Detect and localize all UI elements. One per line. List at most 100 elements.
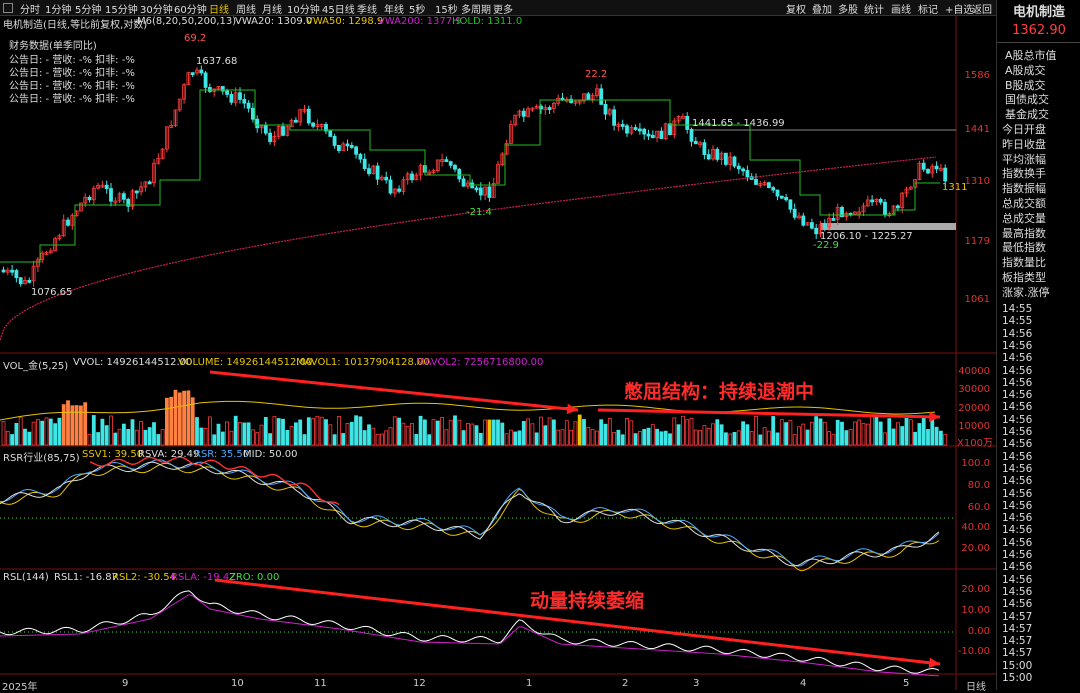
- candle: [448, 161, 453, 166]
- x-tick: 2: [622, 678, 629, 689]
- quote-field[interactable]: 指数量比: [1002, 254, 1046, 270]
- quote-field[interactable]: 最高指数: [1002, 225, 1046, 241]
- high-price-label: 1637.68: [196, 56, 238, 67]
- volume-bar: [405, 426, 410, 446]
- toolbar-button[interactable]: 画线: [891, 1, 911, 16]
- volume-bar: [612, 431, 616, 446]
- volume-bar: [40, 420, 45, 446]
- toolbar-button[interactable]: +自选: [945, 1, 973, 16]
- quote-field[interactable]: 昨日收盘: [1002, 136, 1046, 152]
- quote-field[interactable]: 平均涨幅: [1002, 151, 1046, 167]
- timeframe-tab[interactable]: 更多: [493, 1, 513, 16]
- candle: [384, 176, 389, 181]
- toolbar-button[interactable]: 统计: [864, 1, 884, 16]
- quote-field[interactable]: A股总市值: [1005, 47, 1057, 63]
- quote-field[interactable]: 基金成交: [1005, 106, 1049, 122]
- volume-bar: [195, 417, 199, 446]
- volume-bar: [741, 421, 745, 446]
- quote-field[interactable]: A股成交: [1005, 62, 1046, 78]
- candle: [792, 208, 797, 218]
- timeframe-tab[interactable]: 45日线: [322, 1, 355, 16]
- timeframe-tab[interactable]: 15分钟: [105, 1, 138, 16]
- timeframe-tab[interactable]: 15秒: [435, 1, 458, 16]
- toolbar-button[interactable]: 复权: [786, 1, 806, 16]
- candle: [1, 269, 6, 273]
- kline-chart[interactable]: [0, 15, 996, 690]
- timeframe-tab[interactable]: 5秒: [409, 1, 425, 16]
- volume-bar: [792, 434, 797, 446]
- tick-time: 14:56: [1002, 487, 1033, 500]
- timeframe-tab[interactable]: 多周期: [461, 1, 491, 16]
- timeframe-tab[interactable]: 月线: [262, 1, 282, 16]
- candle: [453, 164, 457, 170]
- volume-bar: [126, 429, 131, 446]
- volume-bar: [552, 419, 556, 446]
- volume-bar: [689, 418, 694, 446]
- volume-bar: [5, 430, 10, 446]
- quote-field[interactable]: 指数换手: [1002, 165, 1046, 181]
- quote-field[interactable]: 总成交量: [1002, 210, 1046, 226]
- quote-field[interactable]: 国债成交: [1005, 91, 1049, 107]
- candle: [332, 136, 337, 146]
- timeframe-tab[interactable]: 日线: [209, 1, 229, 16]
- volume-bar: [216, 423, 221, 446]
- quote-field[interactable]: 今日开盘: [1002, 121, 1046, 137]
- volume-bar: [478, 432, 483, 446]
- period-label[interactable]: 日线: [966, 678, 986, 693]
- quote-field[interactable]: 最低指数: [1002, 239, 1046, 255]
- volume-bar: [233, 415, 238, 446]
- candle: [18, 277, 23, 285]
- volume-bar: [285, 430, 290, 446]
- volume-bar: [367, 424, 371, 446]
- quote-field[interactable]: 指数振幅: [1002, 180, 1046, 196]
- candle: [633, 127, 638, 130]
- candle: [190, 72, 195, 76]
- timeframe-tab[interactable]: 1分钟: [45, 1, 71, 16]
- timeframe-tab[interactable]: 10分钟: [287, 1, 320, 16]
- toolbar: 分时 1分钟 5分钟 15分钟 30分钟 60分钟 日线 周线 月线 10分钟 45日线 季线 年线 5秒…: [0, 0, 996, 16]
- volume-bar: [298, 419, 303, 446]
- quote-field[interactable]: 板指类型: [1002, 269, 1046, 285]
- volume-title: VOL_金(5,25): [3, 361, 69, 372]
- candle: [745, 170, 750, 178]
- timeframe-tab[interactable]: 60分钟: [174, 1, 207, 16]
- volume-bar: [779, 419, 784, 446]
- volume-bar: [754, 415, 758, 446]
- timeframe-tab[interactable]: 30分钟: [140, 1, 173, 16]
- quote-field[interactable]: 涨家.涨停: [1002, 284, 1050, 300]
- timeframe-tab[interactable]: 5分钟: [75, 1, 101, 16]
- candle: [943, 167, 948, 182]
- candle: [66, 219, 70, 226]
- toolbar-button[interactable]: 返回: [972, 1, 992, 16]
- volume-bar: [801, 423, 806, 446]
- volume-bar: [908, 419, 913, 446]
- timeframe-tab[interactable]: 分时: [20, 1, 40, 16]
- volume-bar: [173, 389, 178, 446]
- quote-field[interactable]: 总成交额: [1002, 195, 1046, 211]
- vol-tick: 30000: [958, 384, 990, 395]
- volume-bar: [724, 432, 728, 446]
- timeframe-tab[interactable]: 周线: [236, 1, 256, 16]
- timeframe-tab[interactable]: 季线: [357, 1, 377, 16]
- toolbar-button[interactable]: 标记: [918, 1, 938, 16]
- rsl1-label: RSL1: -16.87: [54, 572, 119, 583]
- tick-time: 14:56: [1002, 462, 1033, 475]
- volume-bar: [896, 422, 900, 446]
- volume-bar: [203, 427, 208, 446]
- volume-bar: [767, 430, 771, 446]
- volume-bar: [711, 423, 715, 446]
- volume-bar: [526, 418, 530, 446]
- vol-tick: 20000: [958, 403, 990, 414]
- candle: [358, 153, 363, 160]
- candle: [822, 224, 827, 228]
- volume-bar: [160, 429, 165, 446]
- candle: [444, 159, 449, 163]
- volume-bar: [401, 422, 406, 446]
- toolbar-button[interactable]: 多股: [838, 1, 858, 16]
- menu-square-icon[interactable]: [3, 3, 13, 13]
- toolbar-button[interactable]: 叠加: [812, 1, 832, 16]
- low-marker: -21.4: [466, 207, 492, 218]
- volume-bar: [840, 421, 844, 446]
- timeframe-tab[interactable]: 年线: [384, 1, 404, 16]
- quote-field[interactable]: B股成交: [1005, 77, 1046, 93]
